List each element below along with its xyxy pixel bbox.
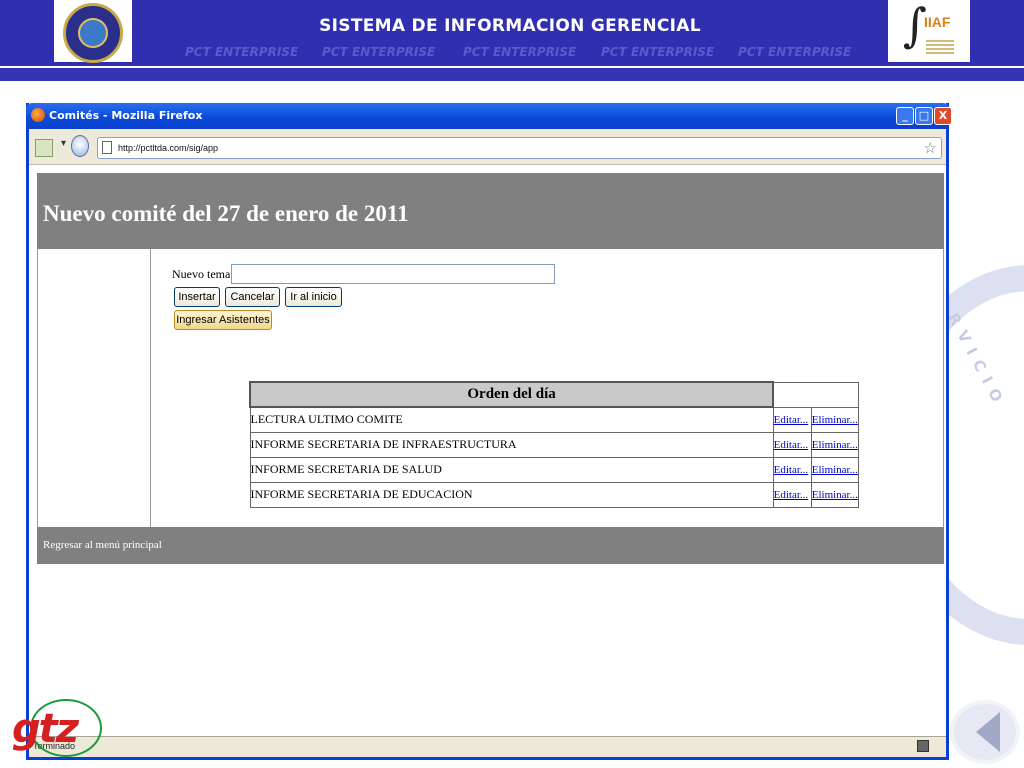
seal-logo-center (78, 18, 108, 48)
right-logo-text: IIAF (924, 14, 951, 30)
agenda-item: INFORME SECRETARIA DE SALUD (249, 456, 774, 483)
edit-link[interactable]: Editar... (774, 464, 809, 476)
page-footer: Regresar al menú principal (37, 527, 944, 564)
bookmark-star-icon[interactable]: ☆ (924, 139, 937, 157)
banner-subtitle-item: PCT ENTERPRISE (738, 45, 852, 59)
back-to-main-menu-link[interactable]: Regresar al menú principal (43, 539, 162, 551)
agenda-item: INFORME SECRETARIA DE EDUCACION (249, 481, 774, 508)
page-icon (102, 141, 112, 154)
table-row: LECTURA ULTIMO COMITE Editar... Eliminar… (249, 406, 860, 433)
edit-cell: Editar... (772, 456, 812, 483)
insert-button[interactable]: Insertar (174, 287, 220, 307)
new-topic-input[interactable] (231, 264, 555, 284)
arrow-left-icon[interactable] (976, 712, 1000, 752)
agenda-item: LECTURA ULTIMO COMITE (249, 406, 774, 433)
firefox-icon (31, 108, 45, 122)
cancel-button[interactable]: Cancelar (225, 287, 280, 307)
agenda-header-row: Orden del día (248, 381, 860, 408)
window-title: Comités - Mozilla Firefox (49, 109, 203, 122)
delete-link[interactable]: Eliminar... (812, 414, 858, 426)
new-topic-label: Nuevo tema: (172, 267, 234, 281)
edit-link[interactable]: Editar... (774, 414, 809, 426)
delete-link[interactable]: Eliminar... (812, 464, 858, 476)
search-icon[interactable] (71, 135, 89, 157)
page-title: Nuevo comité del 27 de enero de 2011 (43, 201, 409, 226)
delete-cell: Eliminar... (810, 406, 860, 433)
site-menu-icon[interactable] (35, 139, 53, 157)
banner-subtitle: PCT ENTERPRISE PCT ENTERPRISE PCT ENTERP… (185, 45, 851, 59)
edit-cell: Editar... (772, 406, 812, 433)
web-page: Nuevo comité del 27 de enero de 2011 Nue… (37, 173, 944, 564)
close-button[interactable]: X (934, 107, 952, 125)
table-row: INFORME SECRETARIA DE EDUCACION Editar..… (249, 481, 860, 508)
url-text: http://pctltda.com/sig/app (118, 143, 219, 153)
header-stripe (0, 68, 1024, 81)
edit-cell: Editar... (772, 481, 812, 508)
status-icon (917, 740, 929, 752)
maximize-button[interactable]: □ (915, 107, 933, 125)
url-input[interactable]: http://pctltda.com/sig/app ☆ (97, 137, 942, 159)
gtz-logo: gtz (12, 706, 79, 752)
minimize-button[interactable]: _ (896, 107, 914, 125)
delete-cell: Eliminar... (810, 481, 860, 508)
table-row: INFORME SECRETARIA DE INFRAESTRUCTURA Ed… (249, 431, 860, 458)
edit-link[interactable]: Editar... (774, 489, 809, 501)
seal-logo (63, 3, 123, 63)
banner-title: SISTEMA DE INFORMACION GERENCIAL (319, 16, 701, 36)
edit-cell: Editar... (772, 431, 812, 458)
go-home-button[interactable]: Ir al inicio (285, 287, 342, 307)
left-column (38, 249, 151, 527)
delete-link[interactable]: Eliminar... (812, 439, 858, 451)
delete-cell: Eliminar... (810, 456, 860, 483)
agenda-header-blank (772, 381, 860, 408)
agenda-item: INFORME SECRETARIA DE INFRAESTRUCTURA (249, 431, 774, 458)
banner-subtitle-item: PCT ENTERPRISE (463, 45, 577, 59)
banner-subtitle-item: PCT ENTERPRISE (185, 45, 299, 59)
delete-cell: Eliminar... (810, 431, 860, 458)
page-header: Nuevo comité del 27 de enero de 2011 (37, 173, 944, 249)
chevron-down-icon[interactable]: ▾ (61, 138, 66, 149)
browser-window: Comités - Mozilla Firefox _ □ X ▾ http:/… (26, 103, 952, 760)
banner-subtitle-item: PCT ENTERPRISE (601, 45, 715, 59)
edit-link[interactable]: Editar... (774, 439, 809, 451)
window-titlebar: Comités - Mozilla Firefox _ □ X (26, 103, 952, 129)
presentation-slide: SISTEMA DE INFORMACION GERENCIAL PCT ENT… (0, 0, 1024, 768)
delete-link[interactable]: Eliminar... (812, 489, 858, 501)
status-bar: Terminado (29, 736, 946, 757)
banner-subtitle-item: PCT ENTERPRISE (322, 45, 436, 59)
agenda-header: Orden del día (248, 381, 775, 408)
right-logo-graphic (926, 40, 954, 54)
agenda-table: Orden del día LECTURA ULTIMO COMITE Edit… (248, 381, 860, 508)
add-attendees-button[interactable]: Ingresar Asistentes (174, 310, 272, 330)
table-row: INFORME SECRETARIA DE SALUD Editar... El… (249, 456, 860, 483)
page-body: Nuevo tema: Insertar Cancelar Ir al inic… (37, 249, 944, 527)
address-bar: ▾ http://pctltda.com/sig/app ☆ (29, 129, 946, 165)
